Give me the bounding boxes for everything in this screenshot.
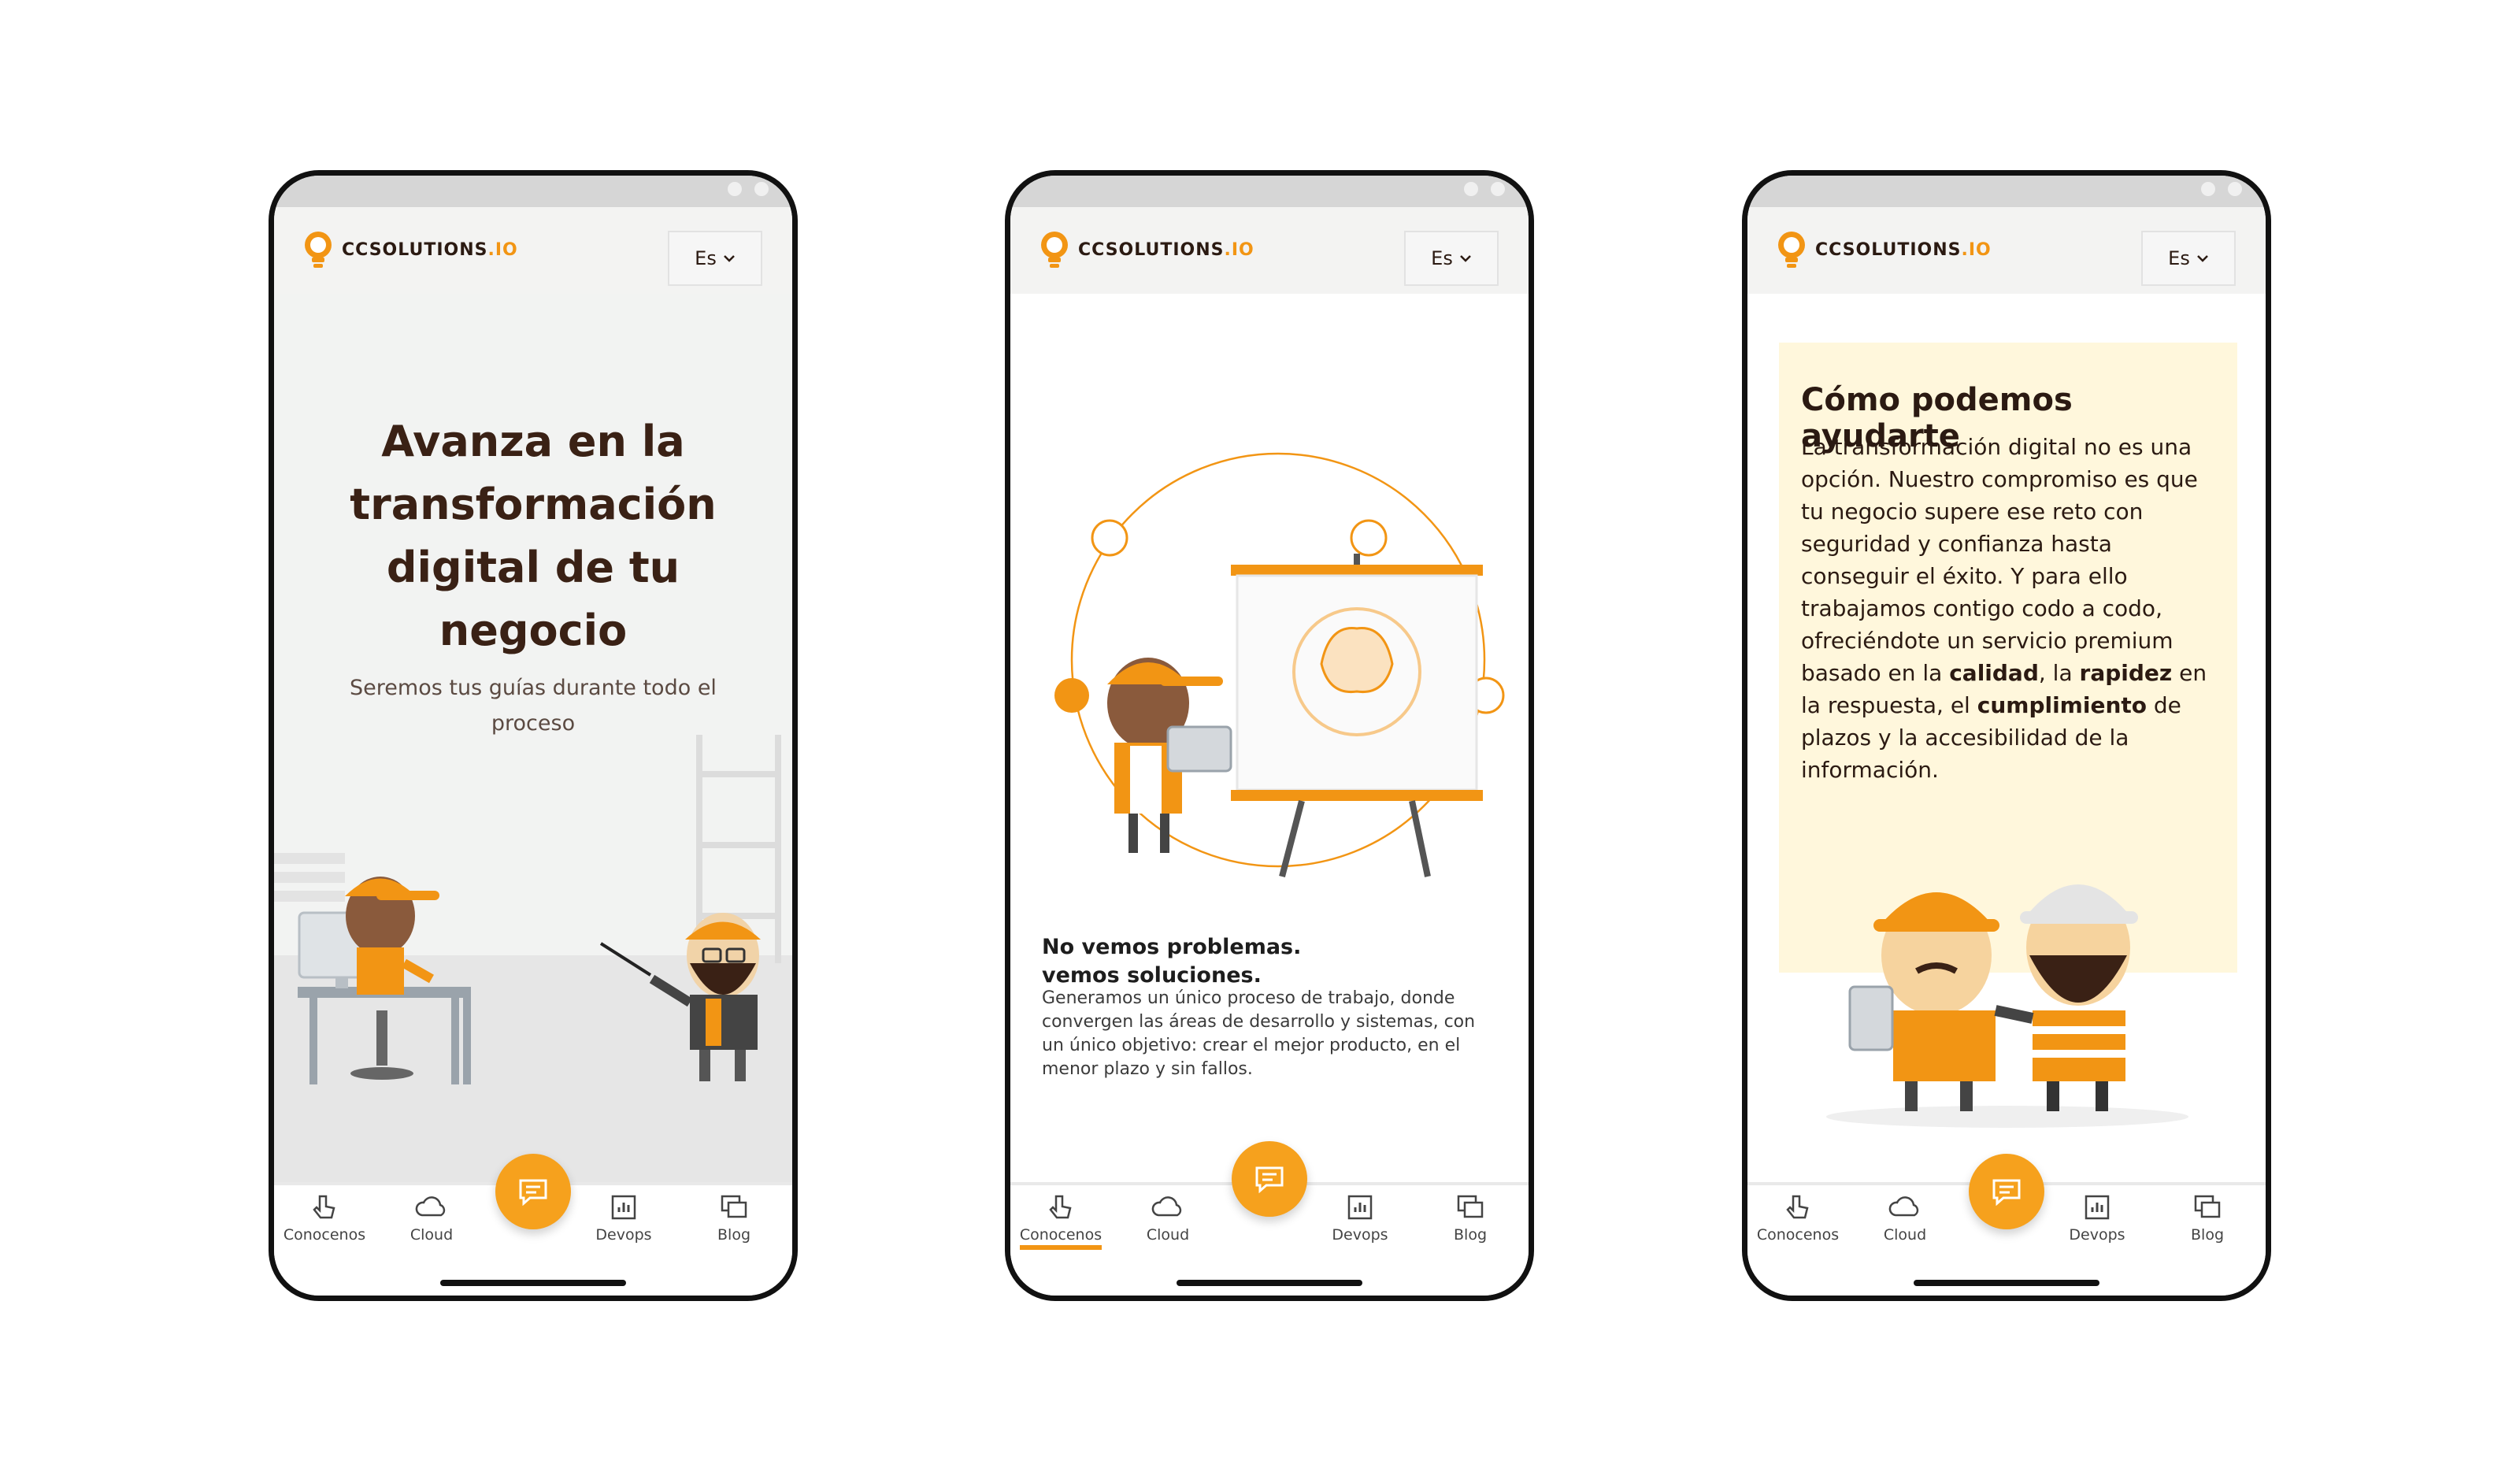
chevron-down-icon [2196, 255, 2208, 262]
brand-logo[interactable]: CCSOLUTIONS.IO [1039, 229, 1254, 270]
lightbulb-logo-icon [1041, 232, 1068, 268]
hand-pointer-icon [1049, 1195, 1072, 1219]
chat-icon [1992, 1179, 2021, 1206]
language-selector[interactable]: Es [668, 231, 762, 286]
chat-fab-button[interactable] [1969, 1154, 2044, 1229]
bar-chart-icon [1347, 1195, 1373, 1220]
phone-screen-home: CCSOLUTIONS.IO Es Avanza en la transform… [269, 170, 798, 1301]
chat-icon [519, 1179, 547, 1206]
status-bar [1747, 176, 2266, 207]
chat-icon [1255, 1166, 1284, 1193]
tab-conocenos[interactable]: Conocenos [1014, 1193, 1108, 1250]
workers-illustration [1826, 884, 2188, 1128]
brand-logo[interactable]: CCSOLUTIONS.IO [302, 229, 518, 270]
app-header: CCSOLUTIONS.IO Es [274, 207, 792, 294]
hand-pointer-icon [1786, 1195, 1809, 1219]
tab-conocenos[interactable]: Conocenos [1751, 1193, 1845, 1244]
chat-fab-button[interactable] [1232, 1141, 1307, 1217]
stacked-pages-icon [1457, 1195, 1484, 1218]
bar-chart-icon [611, 1195, 636, 1220]
tab-blog[interactable]: Blog [2160, 1193, 2255, 1244]
section-body-text: Generamos un único proceso de trabajo, d… [1042, 988, 1476, 1079]
cloud-icon [415, 1196, 446, 1217]
home-indicator [1177, 1280, 1362, 1286]
brand-logo[interactable]: CCSOLUTIONS.IO [1776, 229, 1992, 270]
language-selector[interactable]: Es [1404, 231, 1499, 286]
tab-cloud[interactable]: Cloud [1121, 1193, 1215, 1244]
section-heading: No vemos problemas. vemos soluciones. [1042, 935, 1302, 988]
tab-blog[interactable]: Blog [1423, 1193, 1518, 1244]
cloud-icon [1888, 1196, 1919, 1217]
home-indicator [1914, 1280, 2099, 1286]
chat-fab-button[interactable] [495, 1154, 571, 1229]
stacked-pages-icon [2194, 1195, 2221, 1218]
bar-chart-icon [2085, 1195, 2110, 1220]
hand-pointer-icon [313, 1195, 335, 1219]
tab-cloud[interactable]: Cloud [1858, 1193, 1952, 1244]
presentation-illustration [1054, 452, 1505, 878]
brand-name: CCSOLUTIONS.IO [342, 239, 518, 260]
brand-name: CCSOLUTIONS.IO [1815, 239, 1992, 260]
tab-conocenos[interactable]: Conocenos [277, 1193, 372, 1244]
tab-devops[interactable]: Devops [576, 1193, 671, 1244]
tab-devops[interactable]: Devops [1313, 1193, 1407, 1244]
language-selector[interactable]: Es [2141, 231, 2236, 286]
office-illustration [274, 735, 781, 1084]
tab-blog[interactable]: Blog [687, 1193, 781, 1244]
chevron-down-icon [1459, 255, 1471, 262]
phone-screen-help: CCSOLUTIONS.IO Es Cómo podemos ayudarte … [1742, 170, 2271, 1301]
tab-cloud[interactable]: Cloud [384, 1193, 479, 1244]
tab-devops[interactable]: Devops [2050, 1193, 2144, 1244]
stacked-pages-icon [721, 1195, 747, 1218]
chevron-down-icon [723, 255, 735, 262]
help-card-body: La transformación digital no es una opci… [1801, 434, 2207, 783]
about-content: No vemos problemas. vemos soluciones. Ge… [1010, 294, 1529, 1185]
app-header: CCSOLUTIONS.IO Es [1747, 207, 2266, 294]
status-bar [274, 176, 792, 207]
hero-title: Avanza en la transformación digital de t… [350, 417, 717, 655]
phone-screen-about: CCSOLUTIONS.IO Es No vemos problemas. ve… [1005, 170, 1534, 1301]
language-label: Es [2168, 247, 2190, 269]
help-content: Cómo podemos ayudarte La transformación … [1747, 294, 2266, 1185]
home-content: Avanza en la transformación digital de t… [274, 294, 792, 1239]
status-bar [1010, 176, 1529, 207]
home-indicator [440, 1280, 626, 1286]
language-label: Es [1431, 247, 1453, 269]
app-header: CCSOLUTIONS.IO Es [1010, 207, 1529, 294]
brand-name: CCSOLUTIONS.IO [1078, 239, 1254, 260]
cloud-icon [1151, 1196, 1182, 1217]
lightbulb-logo-icon [305, 232, 332, 268]
language-label: Es [695, 247, 717, 269]
lightbulb-logo-icon [1778, 232, 1805, 268]
